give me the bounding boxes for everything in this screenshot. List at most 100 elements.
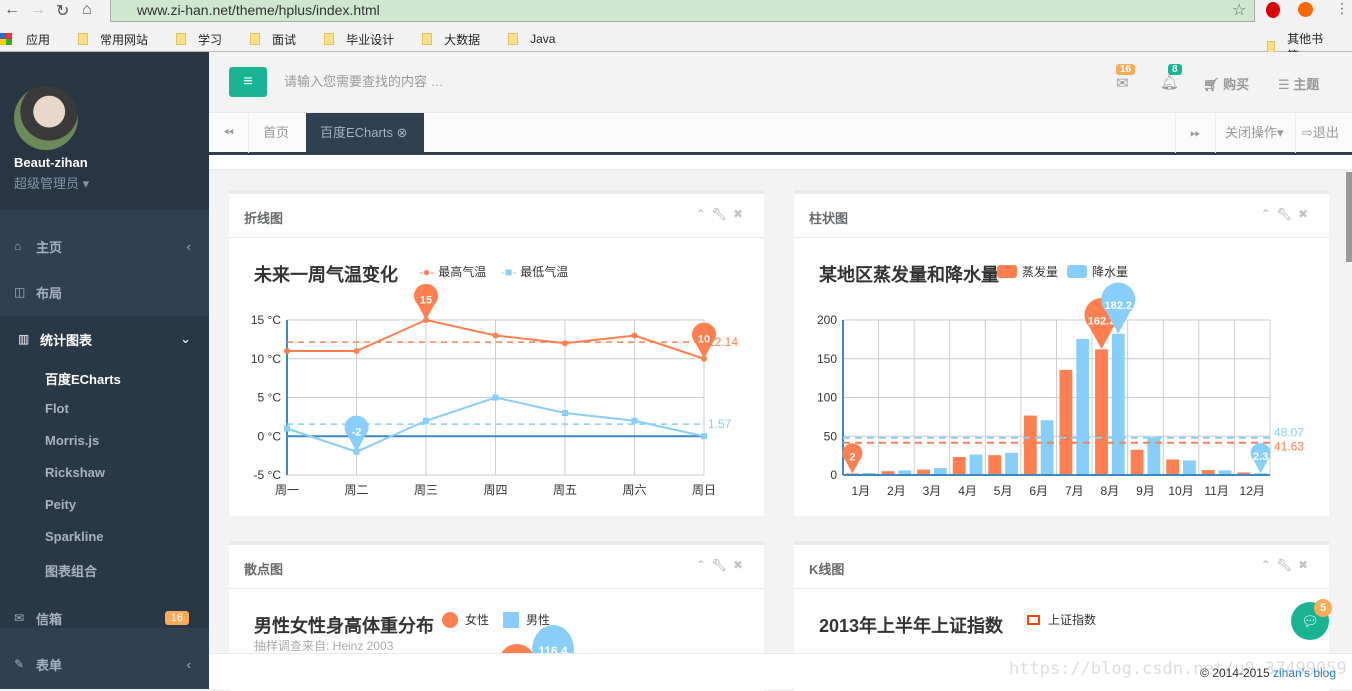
average-label: 41.63 [1274, 440, 1304, 454]
close-operations-dropdown[interactable]: 关闭操作▾ [1215, 113, 1295, 153]
legend-min[interactable]: -■- 最低气温 [501, 263, 568, 280]
footer: https://blog.csdn.net/u0_37499059 © 2014… [209, 653, 1352, 689]
subitem-chart-combo[interactable]: 图表组合 [45, 561, 97, 580]
y-tick-label: 5 °C [258, 391, 282, 405]
search-input[interactable] [284, 74, 684, 89]
panel-tools[interactable]: ⌃🔧︎✖ [1261, 558, 1314, 572]
address-bar[interactable]: www.zi-han.net/theme/hplus/index.html [110, 0, 1255, 22]
buy-link[interactable]: 🛒︎ 购买 [1203, 74, 1249, 93]
tasks-icon: ☰ [1278, 77, 1290, 92]
tabs-scroll-left-button[interactable]: ⏪︎ [209, 113, 249, 153]
theme-link[interactable]: ☰ 主题 [1278, 74, 1319, 93]
sidebar-item-home[interactable]: ⌂ 主页 ‹ [0, 223, 209, 269]
legend-index[interactable]: 上证指数 [1027, 611, 1096, 628]
folder-icon [324, 33, 335, 45]
marker-label: 10 [698, 333, 710, 345]
legend-female[interactable]: 女性 [442, 611, 489, 628]
marker-label: -2 [352, 426, 362, 438]
sidebar-item-forms[interactable]: ✎ 表单 ‹ [0, 641, 209, 687]
x-tick-label: 12月 [1240, 484, 1265, 498]
marker-label: 2 [849, 451, 855, 463]
bookmark[interactable]: 毕业设计 [324, 30, 394, 48]
reload-icon[interactable]: ↻ [56, 1, 69, 21]
subitem-sparkline[interactable]: Sparkline [45, 529, 104, 544]
avatar[interactable] [14, 86, 78, 150]
menu-dots-icon[interactable]: ⋮ [1335, 0, 1349, 17]
legend-max[interactable]: -●- 最高气温 [419, 263, 486, 280]
data-point [423, 417, 429, 424]
y-tick-label: 100 [817, 391, 837, 405]
subitem-morris[interactable]: Morris.js [45, 433, 99, 448]
chart-title: 2013年上半年上证指数 [819, 616, 1004, 636]
edit-icon: ✎ [14, 657, 25, 671]
chevron-down-icon: ⌄ [180, 331, 191, 346]
x-tick-label: 8月 [1101, 484, 1120, 498]
bookmark-apps[interactable]: 应用 [0, 30, 50, 48]
panel-tools[interactable]: ⌃🔧︎✖ [696, 558, 749, 572]
panel-bar-chart: 柱状图 ⌃🔧︎✖ 200 150 100 50 0 1月 2月 3月 4月 5月 6月 7月 8月 9月 10… [794, 190, 1329, 516]
average-label: 48.07 [1274, 426, 1304, 440]
star-icon[interactable]: ☆ [1232, 0, 1246, 20]
subitem-peity[interactable]: Peity [45, 497, 76, 512]
mail-badge: 16 [164, 611, 189, 625]
chat-badge: 5 [1314, 599, 1332, 617]
bookmark[interactable]: 大数据 [422, 30, 480, 48]
sidebar-item-layout[interactable]: ◫ 布局 [0, 269, 209, 315]
subitem-echarts[interactable]: 百度ECharts [45, 369, 121, 388]
bar [1076, 338, 1090, 475]
content-top-strip [209, 155, 1352, 170]
extension-icon[interactable] [1298, 2, 1313, 17]
bookmark[interactable]: 面试 [250, 30, 296, 48]
sidebar-item-charts[interactable]: ▥ 统计图表 ⌄ [0, 316, 209, 362]
forward-icon[interactable]: → [30, 1, 46, 19]
envelope-icon[interactable]: ✉ [1116, 74, 1129, 92]
tabs-scroll-right-button[interactable]: ⏩︎ [1175, 113, 1215, 153]
subitem-flot[interactable]: Flot [45, 401, 69, 416]
y-tick-label: -5 °C [254, 468, 282, 482]
bar [988, 455, 1002, 475]
logout-button[interactable]: ⇨退出 [1295, 113, 1352, 153]
legend-male[interactable]: 男性 [503, 611, 550, 628]
legend-evaporation[interactable]: 蒸发量 [997, 263, 1058, 280]
sidebar-item-mailbox[interactable]: ✉ 信箱 16 [0, 595, 209, 641]
panel-header: 散点图 ⌃🔧︎✖ [229, 545, 764, 589]
wrench-icon: 🔧︎ [711, 558, 733, 572]
collapse-icon: ⌃ [695, 558, 712, 572]
user-name: Beaut-zihan [14, 155, 88, 170]
menu-toggle-button[interactable]: ≡ [229, 67, 267, 97]
subitem-rickshaw[interactable]: Rickshaw [45, 465, 105, 480]
tab-home[interactable]: 首页 [249, 113, 306, 153]
bar [1023, 415, 1037, 475]
x-tick-label: 5月 [994, 484, 1013, 498]
folder-icon [422, 33, 433, 45]
back-icon[interactable]: ← [4, 1, 20, 19]
bar-chart: 200 150 100 50 0 1月 2月 3月 4月 5月 6月 7月 8月 9月 10月 11月 12月 4… [817, 282, 1304, 498]
bell-icon[interactable]: 🔔︎ [1160, 73, 1179, 91]
legend-rainfall[interactable]: 降水量 [1067, 263, 1128, 280]
bar [1166, 459, 1180, 475]
chevron-left-icon: ‹ [186, 656, 191, 672]
data-point [562, 410, 568, 416]
bookmark[interactable]: 学习 [176, 30, 222, 48]
x-tick-label: 3月 [923, 484, 942, 498]
sidebar: Beaut-zihan 超级管理员 ▾ ⌂ 主页 ‹ ◫ 布局 ▥ 统计图表 ⌄ 百度EC… [0, 52, 209, 689]
bar [1130, 449, 1144, 475]
x-tick-label: 1月 [851, 484, 870, 498]
bar [1005, 452, 1018, 475]
scrollbar[interactable] [1346, 172, 1352, 262]
bookmark[interactable]: Java [508, 30, 555, 48]
data-point [284, 425, 290, 432]
home-icon: ⌂ [14, 239, 22, 253]
x-tick-label: 周六 [622, 483, 646, 497]
home-icon[interactable]: ⌂ [82, 1, 92, 19]
close-icon[interactable]: ⊗ [397, 125, 408, 140]
cart-icon: 🛒︎ [1203, 77, 1220, 92]
x-tick-label: 周五 [553, 483, 577, 497]
opera-icon[interactable] [1266, 2, 1280, 18]
tab-echarts[interactable]: 百度ECharts ⊗ [306, 113, 424, 153]
bookmark[interactable]: 常用网站 [78, 30, 148, 48]
blog-link[interactable]: zihan's blog [1273, 666, 1336, 680]
x-tick-label: 10月 [1168, 484, 1193, 498]
user-role-dropdown[interactable]: 超级管理员 ▾ [14, 173, 89, 192]
x-tick-label: 4月 [958, 484, 977, 498]
